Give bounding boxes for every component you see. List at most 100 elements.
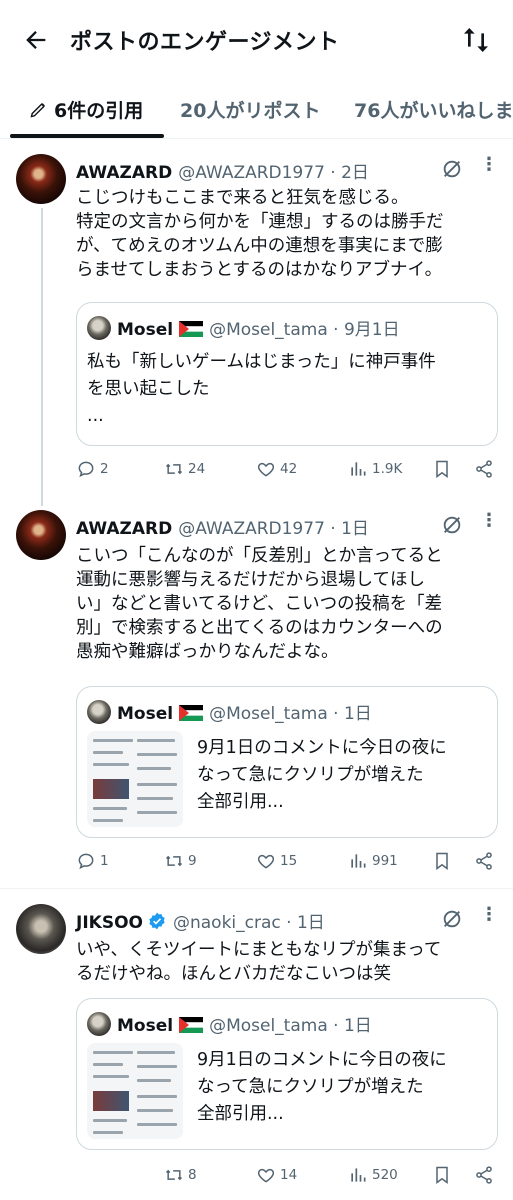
like-count: 15 <box>280 853 298 869</box>
reply-icon <box>78 461 94 478</box>
like-button[interactable]: 15 <box>256 851 297 871</box>
share-icon[interactable] <box>474 459 494 479</box>
repost-button[interactable]: 24 <box>164 459 205 479</box>
post-text-line: 別」で検索すると出てくるのはカウンターへの <box>76 618 443 638</box>
quote-text: 私も「新しいゲームはじまった」に神戸事件 を思い起こした ... <box>87 349 436 430</box>
post-header: JIKSOO @naoki_crac · 1日 <box>76 908 325 933</box>
quote-text-line: なって急にクソリプが増えた <box>197 1077 424 1097</box>
author-handle[interactable]: @AWAZARD1977 · 1日 <box>178 519 369 539</box>
more-icon[interactable]: ⋮ <box>478 512 500 538</box>
bookmark-icon[interactable] <box>432 851 452 871</box>
avatar[interactable] <box>16 154 66 204</box>
post-text-line: い」などと書いてるけど、こいつの投稿を「差 <box>76 594 443 614</box>
quote-header: Mosel @Mosel_tama · 1日 <box>87 1011 372 1036</box>
like-button[interactable]: 42 <box>256 459 297 479</box>
post-text-line: 特定の文言から何かを「連想」するのは勝手だ <box>76 212 444 232</box>
author-name[interactable]: JIKSOO <box>76 913 143 933</box>
author-handle[interactable]: @naoki_crac · 1日 <box>173 913 325 933</box>
post-text: こいつ「こんなのが「反差別」とか言ってると 運動に悪影響与えるだけだから退場して… <box>76 544 506 664</box>
quote-author-handle: @Mosel_tama · 9月1日 <box>209 320 400 340</box>
repost-count: 8 <box>188 1167 197 1183</box>
active-tab-indicator <box>10 134 164 138</box>
grok-icon[interactable] <box>441 908 463 930</box>
reply-count: 1 <box>100 853 109 869</box>
reply-count: 2 <box>100 461 109 477</box>
like-count: 42 <box>280 461 298 477</box>
quote-text-line: 9月1日のコメントに今日の夜に <box>197 738 447 758</box>
page-title: ポストのエンゲージメント <box>70 30 340 55</box>
repost-button[interactable]: 8 <box>164 1165 197 1185</box>
post-text-line: いや、くそツイートにまともなリプが集まって <box>76 940 442 960</box>
post-text: いや、くそツイートにまともなリプが集まって るだけやね。ほんとバカだなこいつは笑 <box>76 938 506 986</box>
arrow-left-icon[interactable] <box>22 26 50 54</box>
avatar[interactable] <box>16 510 66 560</box>
post-text-line: 愚痴や難癖ばっかりなんだよな。 <box>76 642 339 662</box>
bar-chart-icon <box>351 462 366 476</box>
tab-bar: 6件の引用 20人がリポスト 76人がいいねしま <box>0 82 513 139</box>
post-header: AWAZARD @AWAZARD1977 · 2日 <box>76 158 369 183</box>
more-icon[interactable]: ⋮ <box>478 906 500 932</box>
quoted-post[interactable]: Mosel @Mosel_tama · 9月1日 私も「新しいゲームはじまった」に… <box>76 302 498 446</box>
quote-author-name: Mosel <box>117 704 174 724</box>
quote-thumbnail <box>87 731 183 827</box>
views-button[interactable]: 520 <box>348 1165 398 1185</box>
post-text-line: こいつ「こんなのが「反差別」とか言ってると <box>76 546 443 566</box>
tab-likes[interactable]: 76人がいいねしま <box>354 96 513 123</box>
bookmark-icon[interactable] <box>432 1165 452 1185</box>
post-text-line: が、てめえのオツムん中の連想を事実にまで膨 <box>76 236 443 256</box>
bookmark-icon[interactable] <box>432 459 452 479</box>
quoted-post[interactable]: Mosel @Mosel_tama · 1日 9月1日のコメントに今日の夜に なっ… <box>76 998 498 1150</box>
quote-author-name: Mosel <box>117 1016 174 1036</box>
quote-text-line: 9月1日のコメントに今日の夜に <box>197 1050 447 1070</box>
quote-text-line: 全部引用... <box>197 1104 284 1124</box>
author-name[interactable]: AWAZARD <box>76 163 172 183</box>
repost-icon <box>165 1169 183 1181</box>
quote-text: 9月1日のコメントに今日の夜に なって急にクソリプが増えた 全部引用... <box>197 735 447 816</box>
quote-text-line: なって急にクソリプが増えた <box>197 765 424 785</box>
views-button[interactable]: 1.9K <box>348 459 402 479</box>
action-bar: 1 9 15 991 <box>76 851 496 875</box>
post-text-line: こじつけもここまで来ると狂気を感じる。 <box>76 188 409 208</box>
avatar[interactable] <box>16 904 66 954</box>
view-count: 991 <box>372 853 398 869</box>
like-button[interactable]: 14 <box>256 1165 297 1185</box>
thread-connector <box>41 208 43 506</box>
quote-header: Mosel @Mosel_tama · 1日 <box>87 699 372 724</box>
reply-icon <box>78 853 94 870</box>
post-header: AWAZARD @AWAZARD1977 · 1日 <box>76 514 369 539</box>
more-icon[interactable]: ⋮ <box>478 156 500 182</box>
repost-button[interactable]: 9 <box>164 851 197 871</box>
author-handle[interactable]: @AWAZARD1977 · 2日 <box>178 163 369 183</box>
post-text-line: らませてしまおうとするのはかなりアブナイ。 <box>76 260 443 280</box>
grok-icon[interactable] <box>441 158 463 180</box>
repost-icon <box>165 463 183 475</box>
quote-text-line: 私も「新しいゲームはじまった」に神戸事件 <box>87 352 436 372</box>
sort-arrows-icon[interactable] <box>460 24 492 56</box>
repost-count: 9 <box>188 853 197 869</box>
views-button[interactable]: 991 <box>348 851 398 871</box>
share-icon[interactable] <box>474 1165 494 1185</box>
quote-author-handle: @Mosel_tama · 1日 <box>209 704 372 724</box>
verified-badge-icon <box>149 912 165 930</box>
reply-button[interactable]: 1 <box>76 851 109 871</box>
post-text: こじつけもここまで来ると狂気を感じる。 特定の文言から何かを「連想」するのは勝手… <box>76 186 506 282</box>
palestine-flag-icon <box>179 321 204 337</box>
bar-chart-icon <box>351 1168 366 1182</box>
tab-quotes-label: 6件の引用 <box>54 100 144 122</box>
pencil-icon <box>30 103 45 118</box>
view-count: 520 <box>372 1167 398 1183</box>
quote-author-name: Mosel <box>117 320 174 340</box>
heart-icon <box>257 854 275 869</box>
reply-button[interactable]: 2 <box>76 459 109 479</box>
post-divider <box>0 888 513 889</box>
author-name[interactable]: AWAZARD <box>76 519 172 539</box>
quoted-post[interactable]: Mosel @Mosel_tama · 1日 9月1日のコメントに今日の夜に なっ… <box>76 686 498 838</box>
top-bar: ポストのエンゲージメント <box>0 0 513 80</box>
repost-icon <box>165 855 183 867</box>
tab-quotes[interactable]: 6件の引用 <box>28 96 143 123</box>
share-icon[interactable] <box>474 851 494 871</box>
grok-icon[interactable] <box>441 514 463 536</box>
action-bar: 8 14 520 <box>76 1165 496 1189</box>
quote-text-line: 全部引用... <box>197 792 284 812</box>
tab-reposts[interactable]: 20人がリポスト <box>180 96 320 123</box>
